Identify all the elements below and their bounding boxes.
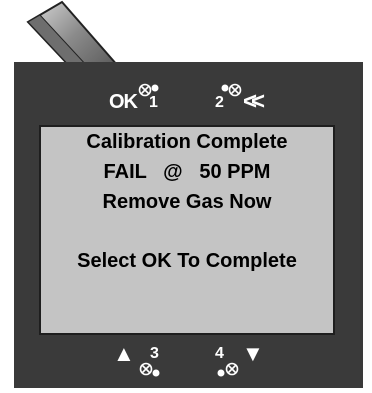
- instruction-line: Remove Gas Now: [102, 191, 272, 213]
- button-circle-icon: [221, 83, 242, 97]
- ok-button[interactable]: OK: [109, 92, 138, 112]
- down-button[interactable]: ▼: [242, 343, 264, 365]
- back-button[interactable]: <<: [243, 90, 265, 114]
- calibration-status-title: Calibration Complete: [86, 131, 288, 153]
- button-circle-icon: [217, 362, 239, 377]
- calibration-result-line: FAIL @ 50 PPM: [103, 161, 271, 183]
- button-number-3: 3: [150, 345, 159, 362]
- lcd-screen: Calibration Complete FAIL @ 50 PPM Remov…: [39, 125, 335, 335]
- up-button[interactable]: ▲: [113, 343, 135, 365]
- button-number-1: 1: [149, 94, 158, 111]
- prompt-line: Select OK To Complete: [77, 250, 297, 272]
